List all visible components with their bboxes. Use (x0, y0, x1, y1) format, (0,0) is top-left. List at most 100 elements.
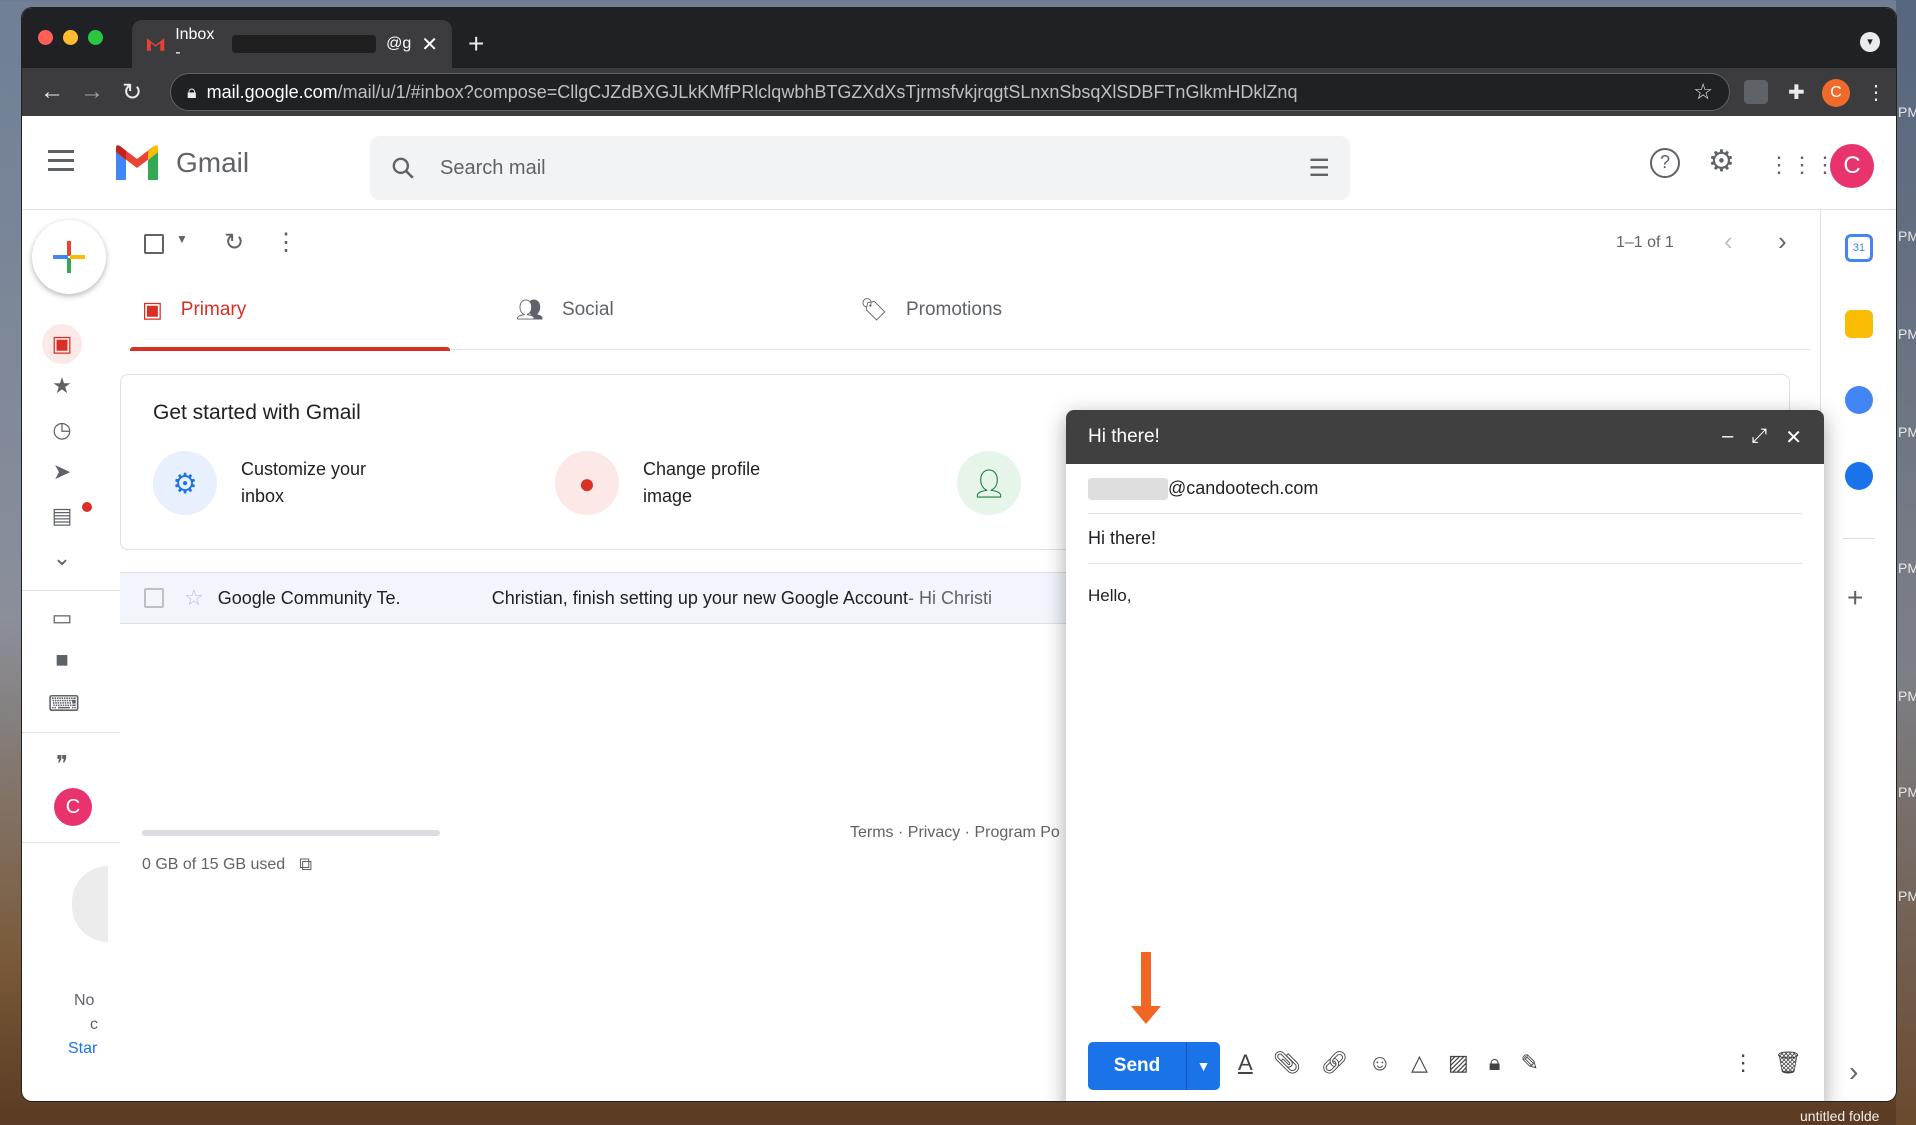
desktop-background: PM PM PM PM PM PM PM PM (1896, 0, 1916, 1125)
tasks-icon[interactable] (1845, 386, 1873, 414)
search-input[interactable]: Search mail ☰ (370, 136, 1350, 200)
hangouts-icon[interactable]: ❞ (48, 750, 76, 778)
item-label: Customize your (241, 459, 367, 479)
desktop-folder-label[interactable]: untitled folde (1800, 1108, 1879, 1124)
sent-icon[interactable]: ➤ (48, 458, 76, 486)
tab-promotions[interactable]: 🏷︎ Promotions (848, 270, 1002, 350)
select-dropdown-icon[interactable]: ▼ (176, 232, 188, 246)
expand-chevron-icon[interactable]: › (1849, 1056, 1858, 1088)
footer-links[interactable]: Terms · Privacy · Program Po (850, 824, 1060, 842)
calendar-icon[interactable]: 31 (1845, 234, 1873, 262)
new-tab-button[interactable]: + (468, 28, 484, 60)
item-label: Change profile (643, 459, 761, 479)
storage-text: 0 GB of 15 GB used (142, 855, 286, 873)
tab-close-icon[interactable]: ✕ (421, 32, 438, 57)
compose-header[interactable]: Hi there! – ⤢ ✕ (1066, 410, 1824, 464)
customize-inbox-item[interactable]: ⚙ Customize your inbox (153, 451, 366, 515)
close-icon[interactable]: ✕ (1785, 425, 1802, 450)
address-bar[interactable]: 🔒︎ mail.google.com/mail/u/1/#inbox?compo… (170, 73, 1730, 111)
reload-icon[interactable]: ↻ (112, 78, 152, 107)
schedule-send-dropdown-icon[interactable]: ▼ (1186, 1042, 1220, 1090)
annotation-arrow (1131, 952, 1161, 1024)
rail-divider (22, 590, 120, 591)
hangouts-avatar[interactable]: C (54, 788, 92, 826)
browser-window: Inbox - @g ✕ + ▾ ← → ↻ 🔒︎ mail.google.co… (22, 8, 1896, 1101)
close-window-button[interactable] (38, 30, 53, 45)
drafts-icon[interactable]: ▤ (48, 502, 76, 530)
browser-toolbar: ← → ↻ 🔒︎ mail.google.com/mail/u/1/#inbox… (22, 68, 1896, 116)
gear-icon: ⚙ (153, 451, 217, 515)
desktop-time-label: PM (1898, 784, 1916, 800)
message-body[interactable]: Hello, (1088, 586, 1802, 606)
compose-button[interactable] (32, 220, 106, 294)
search-icon[interactable] (390, 155, 416, 181)
rail-start-link[interactable]: Star (68, 1040, 97, 1058)
list-toolbar: ▼ ↻ ⋮ 1–1 of 1 ‹ › (120, 210, 1820, 270)
minimize-window-button[interactable] (63, 30, 78, 45)
subject-value: Hi there! (1088, 528, 1157, 548)
storage-meter: 0 GB of 15 GB used ⧉ (142, 830, 440, 875)
side-panel: 31 + › (1820, 210, 1896, 1100)
add-addon-icon[interactable]: + (1847, 582, 1863, 614)
contacts-icon[interactable] (1845, 462, 1873, 490)
confidential-mode-icon[interactable]: 🔒︎ (1489, 1050, 1501, 1076)
pagination-text: 1–1 of 1 (1616, 234, 1674, 251)
desktop-time-label: PM (1898, 888, 1916, 904)
help-icon[interactable]: ? (1650, 148, 1680, 178)
select-all-checkbox[interactable] (144, 234, 164, 254)
inbox-icon[interactable]: ▣ (48, 330, 76, 358)
maximize-window-button[interactable] (88, 30, 103, 45)
bookmark-star-icon[interactable]: ☆ (1693, 79, 1713, 105)
join-meeting-video-icon[interactable]: ■ (48, 646, 76, 674)
change-profile-image-item[interactable]: ● Change profile image (555, 451, 760, 515)
new-meeting-icon[interactable]: ▭ (48, 604, 76, 632)
email-sender: Google Community Te. (217, 587, 401, 608)
browser-tab-inbox[interactable]: Inbox - @g ✕ (132, 20, 452, 68)
attach-file-icon[interactable]: 📎︎ (1273, 1050, 1301, 1076)
drafts-badge (82, 502, 92, 512)
emoji-icon[interactable]: ☺ (1369, 1050, 1391, 1076)
send-button[interactable]: Send (1088, 1042, 1186, 1090)
keep-icon[interactable] (1845, 310, 1873, 338)
more-options-icon[interactable]: ⋮ (1732, 1050, 1754, 1076)
puzzle-extensions-icon[interactable]: ✚ (1788, 80, 1805, 105)
apps-grid-icon[interactable]: ⋮⋮⋮ (1768, 152, 1837, 178)
minimize-icon[interactable]: – (1722, 425, 1733, 450)
profile-avatar[interactable]: C (1822, 79, 1850, 107)
subject-field[interactable]: Hi there! (1088, 514, 1802, 564)
prev-page-chevron-icon[interactable]: ‹ (1724, 226, 1733, 257)
to-field[interactable]: @candootech.com (1088, 464, 1802, 514)
drive-icon[interactable]: △ (1411, 1050, 1428, 1076)
account-avatar[interactable]: C (1830, 144, 1874, 188)
tag-icon: 🏷︎ (860, 297, 888, 322)
back-arrow-icon[interactable]: ← (32, 78, 72, 106)
gmail-logo[interactable]: Gmail (112, 144, 249, 182)
insert-link-icon[interactable]: 🔗︎ (1321, 1050, 1349, 1076)
main-menu-icon[interactable] (48, 150, 74, 177)
tab-search-icon[interactable]: ▾ (1860, 32, 1880, 52)
discard-trash-icon[interactable]: 🗑︎ (1774, 1050, 1802, 1076)
fullscreen-icon[interactable]: ⤢ (1751, 425, 1767, 450)
import-contacts-item[interactable]: 👤︎ (957, 451, 1021, 515)
next-page-chevron-icon[interactable]: › (1778, 226, 1787, 257)
search-options-icon[interactable]: ☰ (1308, 154, 1330, 183)
formatting-options-icon[interactable]: A (1238, 1050, 1253, 1076)
browser-menu-icon[interactable]: ⋮ (1866, 80, 1886, 105)
rail-divider (22, 732, 120, 733)
star-icon[interactable]: ☆ (184, 585, 204, 611)
tab-social[interactable]: 👥︎ Social (504, 270, 614, 350)
snoozed-clock-icon[interactable]: ◷ (48, 416, 76, 444)
open-in-new-icon[interactable]: ⧉ (299, 854, 312, 875)
tab-primary[interactable]: ▣ Primary (130, 270, 451, 351)
settings-gear-icon[interactable]: ⚙ (1708, 144, 1735, 179)
starred-icon[interactable]: ★ (48, 372, 76, 400)
more-options-icon[interactable]: ⋮ (274, 228, 298, 257)
keyboard-icon[interactable]: ⌨ (48, 690, 80, 718)
extension-icon[interactable] (1744, 80, 1768, 104)
forward-arrow-icon[interactable]: → (72, 78, 112, 106)
row-checkbox[interactable] (144, 588, 164, 608)
more-chevron-down-icon[interactable]: ⌄ (48, 544, 76, 572)
insert-photo-icon[interactable]: ▨ (1448, 1050, 1469, 1076)
signature-pen-icon[interactable]: ✎ (1520, 1050, 1538, 1076)
refresh-icon[interactable]: ↻ (224, 228, 244, 257)
